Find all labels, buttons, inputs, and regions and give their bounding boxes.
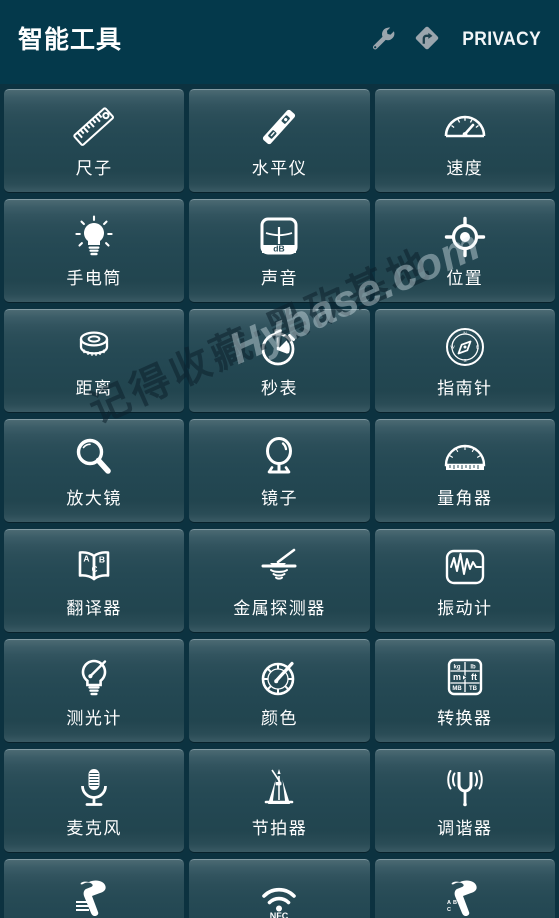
tool-label: 金属探测器: [233, 599, 326, 618]
tool-label: 颜色: [260, 709, 298, 728]
tool-tile-protractor[interactable]: 量角器: [374, 419, 555, 522]
magnifier-icon: [68, 433, 120, 481]
spirit-level-icon: [253, 103, 305, 151]
tool-grid: 尺子 水平仪 速度 手电筒 dB 声音 位置 距离 秒表 N E S W 指南针…: [0, 84, 559, 918]
tool-tile-speed[interactable]: 速度: [374, 89, 555, 192]
tool-label: 麦克风: [66, 819, 122, 838]
tool-label: 调谐器: [437, 819, 493, 838]
tool-label: 翻译器: [66, 599, 122, 618]
tape-measure-icon: [68, 323, 120, 371]
svg-text:A: A: [84, 554, 90, 564]
svg-text:S: S: [463, 358, 466, 363]
microphone-icon: [68, 763, 120, 811]
tool-tile-barcode-scanner[interactable]: [4, 859, 185, 918]
tool-tile-compass[interactable]: N E S W 指南针: [374, 309, 555, 412]
tool-tile-flashlight[interactable]: 手电筒: [4, 199, 185, 302]
barcode-scanner-icon: A B C: [439, 873, 491, 918]
svg-text:MB: MB: [452, 686, 462, 692]
tool-tile-tuner[interactable]: 调谐器: [374, 749, 555, 852]
navigation-button[interactable]: [405, 18, 449, 62]
tool-tile-metal-detector[interactable]: 金属探测器: [189, 529, 370, 632]
tool-tile-level[interactable]: 水平仪: [189, 89, 370, 192]
wrench-icon: [368, 23, 398, 58]
tool-label: 测光计: [66, 709, 122, 728]
nfc-label: NFC: [270, 911, 289, 918]
tool-tile-color[interactable]: 颜色: [189, 639, 370, 742]
tool-tile-nfc[interactable]: NFC: [189, 859, 370, 918]
tool-tile-sound[interactable]: dB 声音: [189, 199, 370, 302]
metronome-icon: [253, 763, 305, 811]
svg-text:ft: ft: [471, 672, 477, 682]
light-meter-icon: [68, 653, 120, 701]
tool-tile-distance[interactable]: 距离: [4, 309, 185, 412]
tool-tile-magnifier[interactable]: 放大镜: [4, 419, 185, 522]
translate-book-icon: A B C: [68, 543, 120, 591]
tool-tile-light-meter[interactable]: 测光计: [4, 639, 185, 742]
svg-text:TB: TB: [469, 686, 478, 692]
metal-detector-icon: [253, 543, 305, 591]
svg-text:m: m: [453, 672, 461, 682]
tool-tile-location[interactable]: 位置: [374, 199, 555, 302]
tool-label: 放大镜: [66, 489, 122, 508]
lightbulb-flashlight-icon: [68, 213, 120, 261]
tool-tile-barcode-scanner-2[interactable]: A B C: [374, 859, 555, 918]
ruler-icon: [68, 103, 120, 151]
tool-label: 量角器: [437, 489, 493, 508]
svg-text:B: B: [453, 900, 457, 906]
tool-tile-microphone[interactable]: 麦克风: [4, 749, 185, 852]
tool-label: 位置: [446, 269, 484, 288]
tool-label: 转换器: [437, 709, 493, 728]
color-wheel-icon: [253, 653, 305, 701]
tool-label: 距离: [75, 379, 113, 398]
tool-label: 手电筒: [66, 269, 122, 288]
tool-label: 镜子: [260, 489, 298, 508]
svg-text:A: A: [447, 900, 451, 906]
tool-label: 振动计: [437, 599, 493, 618]
tool-tile-stopwatch[interactable]: 秒表: [189, 309, 370, 412]
stopwatch-icon: [253, 323, 305, 371]
svg-text:B: B: [99, 555, 105, 565]
tool-tile-metronome[interactable]: 节拍器: [189, 749, 370, 852]
svg-text:C: C: [447, 907, 451, 913]
svg-text:kg: kg: [453, 665, 460, 671]
compass-icon: N E S W: [439, 323, 491, 371]
barcode-scanner-icon: [68, 873, 120, 918]
svg-text:N: N: [463, 331, 466, 336]
speedometer-icon: [439, 103, 491, 151]
tuning-fork-icon: [439, 763, 491, 811]
svg-text:E: E: [476, 345, 479, 350]
location-crosshair-icon: [439, 213, 491, 261]
tool-tile-vibrometer[interactable]: 振动计: [374, 529, 555, 632]
tool-tile-converter[interactable]: kg lb m ft MB TB 转换器: [374, 639, 555, 742]
nfc-icon: NFC: [253, 873, 305, 918]
svg-text:dB: dB: [274, 244, 285, 254]
tool-label: 指南针: [437, 379, 493, 398]
tool-label: 速度: [446, 159, 484, 178]
page-title: 智能工具: [18, 25, 123, 54]
app-header: 智能工具 PRIVACY: [0, 0, 559, 84]
turn-right-diamond-icon: [412, 23, 442, 58]
settings-button[interactable]: [361, 18, 405, 62]
tool-tile-mirror[interactable]: 镜子: [189, 419, 370, 522]
mirror-icon: [253, 433, 305, 481]
svg-text:W: W: [450, 345, 455, 350]
tool-label: 声音: [260, 269, 298, 288]
app-root: 智能工具 PRIVACY 尺子 水平仪 速度 手电筒 dB 声音 位置 距离 秒…: [0, 0, 559, 918]
unit-converter-icon: kg lb m ft MB TB: [439, 653, 491, 701]
tool-tile-ruler[interactable]: 尺子: [4, 89, 185, 192]
vibrometer-icon: [439, 543, 491, 591]
svg-text:lb: lb: [470, 665, 476, 671]
tool-label: 尺子: [75, 159, 113, 178]
tool-label: 秒表: [260, 379, 298, 398]
decibel-meter-icon: dB: [253, 213, 305, 261]
tool-tile-translator[interactable]: A B C 翻译器: [4, 529, 185, 632]
tool-label: 节拍器: [251, 819, 308, 838]
protractor-icon: [439, 433, 491, 481]
privacy-button[interactable]: PRIVACY: [462, 29, 545, 51]
tool-label: 水平仪: [251, 159, 308, 178]
svg-text:C: C: [92, 565, 98, 574]
